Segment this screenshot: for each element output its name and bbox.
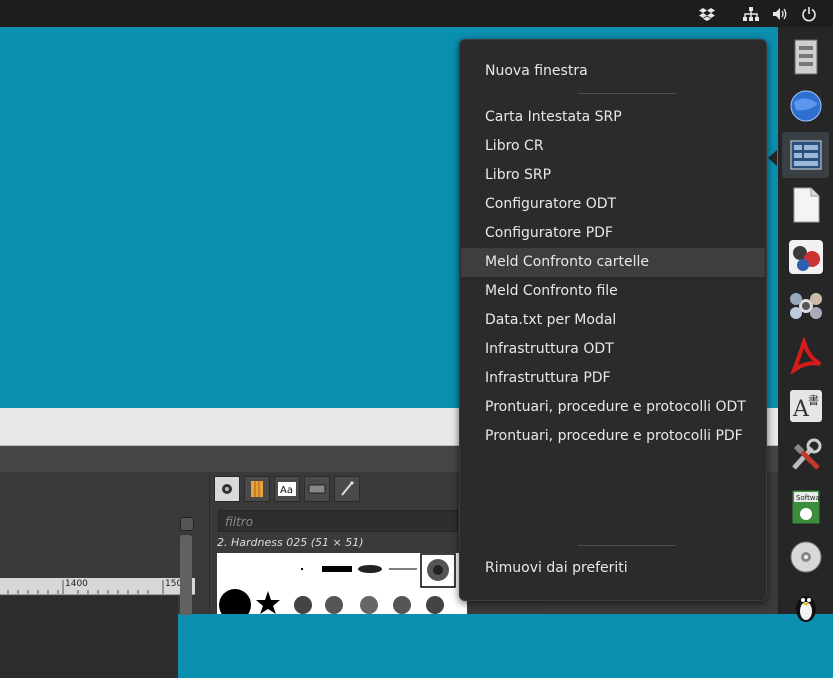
photo-app-icon[interactable] bbox=[782, 234, 829, 280]
image-canvas[interactable] bbox=[0, 596, 178, 678]
font-viewer-icon[interactable]: A書 bbox=[782, 383, 829, 429]
disk-utility-icon[interactable] bbox=[782, 534, 829, 580]
svg-text:書: 書 bbox=[808, 393, 819, 407]
menu-separator bbox=[578, 545, 676, 546]
quicklist-item-data-txt[interactable]: Data.txt per Modal bbox=[461, 306, 765, 335]
quicklist-item-carta-intestata-srp[interactable]: Carta Intestata SRP bbox=[461, 103, 765, 132]
quicklist-item-meld-confronto-cartelle[interactable]: Meld Confronto cartelle bbox=[461, 248, 765, 277]
quicklist-item-libro-srp[interactable]: Libro SRP bbox=[461, 161, 765, 190]
new-window-item[interactable]: Nuova finestra bbox=[461, 57, 765, 86]
brush-grid[interactable] bbox=[217, 553, 467, 614]
horizontal-ruler: 1400 150 bbox=[0, 578, 195, 595]
quicklist-item-prontuari-odt[interactable]: Prontuari, procedure e protocolli ODT bbox=[461, 393, 765, 422]
fonts-tab-icon[interactable]: Aa bbox=[274, 476, 300, 502]
paint-dynamics-tab-icon[interactable] bbox=[334, 476, 360, 502]
quicklist-item-meld-confronto-file[interactable]: Meld Confronto file bbox=[461, 277, 765, 306]
vertical-scrollbar[interactable] bbox=[180, 535, 192, 615]
quicklist-item-infrastruttura-pdf[interactable]: Infrastruttura PDF bbox=[461, 364, 765, 393]
file-manager-icon[interactable] bbox=[782, 34, 829, 80]
gradients-tab-icon[interactable] bbox=[304, 476, 330, 502]
brushes-tab-icon[interactable] bbox=[214, 476, 240, 502]
navigate-button[interactable] bbox=[180, 517, 194, 531]
network-icon[interactable] bbox=[741, 0, 761, 27]
image-viewer-icon[interactable] bbox=[782, 283, 829, 329]
svg-text:Software: Software bbox=[796, 494, 823, 502]
quicklist-item-prontuari-pdf[interactable]: Prontuari, procedure e protocolli PDF bbox=[461, 422, 765, 451]
quicklist-item-configuratore-odt[interactable]: Configuratore ODT bbox=[461, 190, 765, 219]
volume-icon[interactable] bbox=[770, 0, 790, 27]
top-panel bbox=[0, 0, 833, 27]
pdf-reader-icon[interactable] bbox=[782, 333, 829, 379]
dropbox-icon[interactable] bbox=[697, 0, 717, 27]
quicklist-pointer bbox=[768, 150, 777, 166]
image-canvas-area: 1400 150 bbox=[0, 472, 208, 678]
ruler-tick-label: 1400 bbox=[65, 579, 88, 589]
selected-brush-label: 2. Hardness 025 (51 × 51) bbox=[217, 536, 364, 549]
remove-from-favorites-item[interactable]: Rimuovi dai preferiti bbox=[461, 554, 765, 583]
web-browser-icon[interactable] bbox=[782, 83, 829, 129]
tools-icon[interactable] bbox=[782, 433, 829, 479]
unity-launcher: A書 Software bbox=[778, 27, 833, 622]
menu-separator bbox=[578, 93, 676, 94]
patterns-tab-icon[interactable] bbox=[244, 476, 270, 502]
quicklist-item-libro-cr[interactable]: Libro CR bbox=[461, 132, 765, 161]
dock-tabs: Aa bbox=[214, 476, 360, 502]
linux-icon[interactable] bbox=[782, 583, 829, 629]
document-icon[interactable] bbox=[782, 182, 829, 228]
svg-text:Aa: Aa bbox=[280, 485, 293, 496]
software-center-icon[interactable]: Software bbox=[782, 484, 829, 530]
spreadsheet-icon[interactable] bbox=[782, 132, 829, 178]
quicklist-item-configuratore-pdf[interactable]: Configuratore PDF bbox=[461, 219, 765, 248]
brush-filter-input[interactable]: filtro bbox=[218, 510, 458, 532]
launcher-quicklist: Nuova finestra Carta Intestata SRP Libro… bbox=[459, 39, 767, 601]
power-icon[interactable] bbox=[799, 0, 819, 27]
quicklist-item-infrastruttura-odt[interactable]: Infrastruttura ODT bbox=[461, 335, 765, 364]
